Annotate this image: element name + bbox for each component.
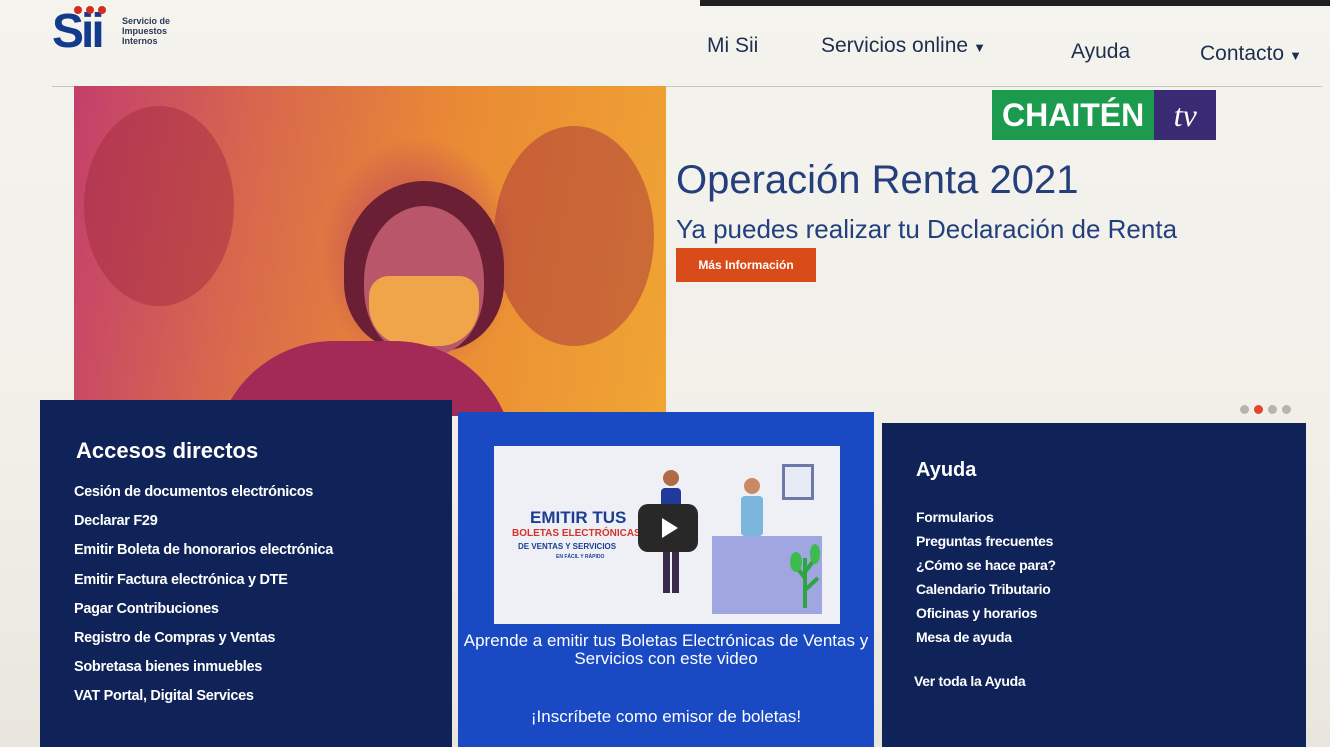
ayuda-panel: Ayuda Formularios Preguntas frecuentes ¿… (882, 423, 1306, 747)
face-mask (369, 276, 479, 346)
ayuda-link[interactable]: ¿Cómo se hace para? (916, 557, 1056, 581)
ayuda-link[interactable]: Oficinas y horarios (916, 605, 1056, 629)
watermark-right: tv (1154, 90, 1217, 140)
caret-down-icon: ▼ (973, 40, 986, 55)
video-panel: EMITIR TUS BOLETAS ELECTRÓNICAS DE VENTA… (458, 412, 874, 747)
acceso-link[interactable]: Declarar F29 (74, 513, 333, 542)
mas-informacion-button[interactable]: Más Información (676, 248, 816, 282)
pos-terminal-illustration (782, 464, 814, 500)
nav-label: Contacto (1200, 42, 1285, 65)
carousel-indicators (1240, 405, 1291, 414)
accesos-title: Accesos directos (76, 438, 259, 463)
thumb-text: EN FÁCIL Y RÁPIDO (556, 554, 605, 560)
sii-logo-mark: Sii (52, 5, 112, 58)
logo-text-line: Servicio de (122, 16, 171, 26)
nav-ayuda[interactable]: Ayuda (1071, 40, 1130, 64)
acceso-link[interactable]: Emitir Factura electrónica y DTE (74, 572, 333, 601)
nav-label: Servicios online (821, 34, 969, 57)
carousel-dot-active[interactable] (1254, 405, 1263, 414)
hero-subtitle: Ya puedes realizar tu Declaración de Ren… (676, 214, 1178, 244)
nav-label: Mi Sii (707, 34, 759, 57)
logo-text-line: Impuestos (122, 26, 168, 36)
thumb-text: EMITIR TUS (530, 508, 627, 527)
hero-banner-image[interactable] (74, 86, 666, 416)
nav-servicios-online[interactable]: Servicios online ▼ (821, 34, 986, 58)
ayuda-link[interactable]: Formularios (916, 509, 1056, 533)
ayuda-link[interactable]: Preguntas frecuentes (916, 533, 1056, 557)
logo-mark-text: Sii (52, 5, 105, 58)
monitor-bezel (700, 0, 1330, 6)
ver-toda-la-ayuda-link[interactable]: Ver toda la Ayuda (914, 673, 1026, 689)
logo-dot (74, 6, 82, 14)
video-caption: Aprende a emitir tus Boletas Electrónica… (463, 631, 869, 668)
logo-text-line: Internos (122, 36, 158, 46)
ayuda-title: Ayuda (916, 459, 977, 481)
logo-wordmark: Servicio de Impuestos Internos (122, 16, 170, 46)
accesos-directos-panel: Accesos directos Cesión de documentos el… (40, 400, 452, 747)
chaiten-tv-watermark: CHAITÉN tv (992, 90, 1217, 140)
acceso-link[interactable]: Cesión de documentos electrónicos (74, 484, 333, 513)
thumb-text: DE VENTAS Y SERVICIOS (518, 542, 617, 551)
acceso-link[interactable]: VAT Portal, Digital Services (74, 688, 333, 717)
acceso-link[interactable]: Pagar Contribuciones (74, 601, 333, 630)
ayuda-list: Formularios Preguntas frecuentes ¿Cómo s… (916, 509, 1056, 653)
background-tree (494, 126, 654, 346)
browser-screen: Sii Servicio de Impuestos Internos Mi Si… (0, 0, 1330, 747)
nav-mi-sii[interactable]: Mi Sii (707, 34, 758, 58)
ayuda-link[interactable]: Mesa de ayuda (916, 629, 1056, 653)
acceso-link[interactable]: Registro de Compras y Ventas (74, 630, 333, 659)
accesos-list: Cesión de documentos electrónicos Declar… (74, 484, 333, 718)
play-icon[interactable] (638, 504, 698, 552)
cashier-illustration (741, 478, 763, 536)
caret-down-icon: ▼ (1289, 48, 1302, 63)
sii-logo[interactable]: Sii Servicio de Impuestos Internos (52, 5, 170, 58)
inscribete-link[interactable]: ¡Inscríbete como emisor de boletas! (458, 708, 874, 726)
acceso-link[interactable]: Sobretasa bienes inmuebles (74, 659, 333, 688)
nav-contacto[interactable]: Contacto ▼ (1200, 42, 1302, 66)
carousel-dot[interactable] (1268, 405, 1277, 414)
background-tree (84, 106, 234, 306)
carousel-dot[interactable] (1282, 405, 1291, 414)
ayuda-link[interactable]: Calendario Tributario (916, 581, 1056, 605)
logo-dot (98, 6, 106, 14)
logo-dot (86, 6, 94, 14)
watermark-left: CHAITÉN (992, 90, 1155, 140)
nav-label: Ayuda (1071, 40, 1131, 63)
plant-illustration (790, 544, 820, 608)
video-thumbnail[interactable]: EMITIR TUS BOLETAS ELECTRÓNICAS DE VENTA… (494, 446, 840, 624)
hero-title: Operación Renta 2021 (676, 158, 1079, 202)
thumb-text: BOLETAS ELECTRÓNICAS (512, 528, 641, 539)
acceso-link[interactable]: Emitir Boleta de honorarios electrónica (74, 542, 333, 571)
carousel-dot[interactable] (1240, 405, 1249, 414)
